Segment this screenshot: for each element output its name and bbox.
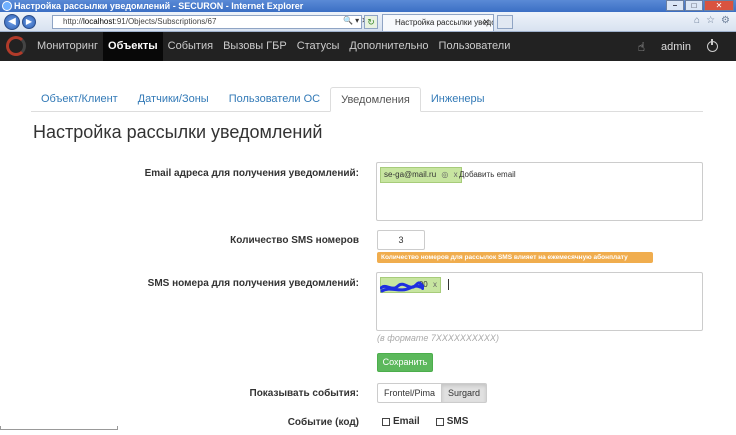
sms-count-input[interactable]: 3 xyxy=(377,230,425,250)
address-prefix: http:// xyxy=(63,17,84,26)
browser-tab-title: Настройка рассылки уведо... xyxy=(395,18,494,27)
text-caret xyxy=(448,279,449,290)
window-title: Настройка рассылки уведомлений - SECURON… xyxy=(14,1,304,11)
event-channel-headers: Email SMS xyxy=(382,416,468,427)
pointer-hand-icon[interactable]: ☝ xyxy=(638,40,645,54)
email-tag-value: se-ga@mail.ru xyxy=(384,170,437,179)
nav-item-additional[interactable]: Дополнительно xyxy=(344,32,433,61)
redaction-scribble xyxy=(380,281,424,293)
logout-icon[interactable] xyxy=(707,39,718,52)
email-channel-check[interactable]: Email xyxy=(382,416,420,427)
app-navbar: Мониторинг Объекты События Вызовы ГБР Ст… xyxy=(0,32,736,61)
address-host: localhost xyxy=(83,17,115,26)
tab-notifications[interactable]: Уведомления xyxy=(330,87,421,112)
sms-count-label: Количество SMS номеров xyxy=(230,235,359,246)
sms-tags-input[interactable]: 00 x xyxy=(376,272,703,331)
email-channel-label: Email xyxy=(393,416,420,427)
show-events-option-surgard[interactable]: Surgard xyxy=(442,383,488,403)
browser-tab[interactable]: Настройка рассылки уведо... ✕ xyxy=(382,14,494,31)
user-name[interactable]: admin xyxy=(661,41,691,53)
home-icon[interactable]: ⌂ xyxy=(694,15,700,26)
event-code-label: Событие (код) xyxy=(287,417,359,428)
sms-label: SMS номера для получения уведомлений: xyxy=(147,278,359,289)
sms-checkbox[interactable] xyxy=(435,417,444,426)
email-tag-remove-icon[interactable]: x xyxy=(454,170,458,179)
nav-item-gbr-calls[interactable]: Вызовы ГБР xyxy=(218,32,292,61)
email-tag[interactable]: se-ga@mail.ru ◎ x xyxy=(380,167,462,183)
sms-tag-remove-icon[interactable]: x xyxy=(433,280,437,289)
window-close-button[interactable]: ✕ xyxy=(704,0,734,11)
save-button[interactable]: Сохранить xyxy=(377,353,433,372)
refresh-icon[interactable]: ↻ xyxy=(364,15,378,29)
nav-item-objects[interactable]: Объекты xyxy=(103,32,163,61)
sms-format-hint: (в формате 7XXXXXXXXXX) xyxy=(377,333,499,343)
sms-channel-check[interactable]: SMS xyxy=(435,416,469,427)
email-label: Email адреса для получения уведомлений: xyxy=(144,168,359,179)
email-add-placeholder[interactable]: Добавить email xyxy=(459,170,516,179)
sms-channel-label: SMS xyxy=(446,416,469,427)
tab-os-users[interactable]: Пользователи ОС xyxy=(219,87,330,112)
tab-close-icon[interactable]: ✕ xyxy=(482,15,490,30)
email-tags-input[interactable]: se-ga@mail.ru ◎ x Добавить email xyxy=(376,162,703,221)
window-titlebar: Настройка рассылки уведомлений - SECURON… xyxy=(0,0,736,12)
tools-gear-icon[interactable]: ⚙ xyxy=(721,15,730,26)
tab-object-client[interactable]: Объект/Клиент xyxy=(31,87,128,112)
main-menu: Мониторинг Объекты События Вызовы ГБР Ст… xyxy=(32,32,515,61)
navbar-right: ☝ admin xyxy=(638,32,718,61)
favorites-icon[interactable]: ☆ xyxy=(706,15,715,26)
email-checkbox[interactable] xyxy=(382,417,390,426)
nav-item-monitoring[interactable]: Мониторинг xyxy=(32,32,103,61)
address-path: :91/Objects/Subscriptions/67 xyxy=(114,17,217,26)
address-bar[interactable]: http://localhost:91/Objects/Subscription… xyxy=(52,15,362,29)
maximize-button[interactable]: □ xyxy=(685,0,703,11)
show-events-option-frontel[interactable]: Frontel/Pima xyxy=(377,383,443,403)
window-controls: – □ ✕ xyxy=(666,0,734,12)
tab-engineers[interactable]: Инженеры xyxy=(421,87,495,112)
securon-logo-icon[interactable] xyxy=(6,36,26,56)
forward-button[interactable]: ▶ xyxy=(22,15,36,29)
nav-item-events[interactable]: События xyxy=(163,32,218,61)
minimize-button[interactable]: – xyxy=(666,0,684,11)
page-title: Настройка рассылки уведомлений xyxy=(33,122,323,142)
browser-right-icons: ⌂ ☆ ⚙ xyxy=(694,15,730,26)
show-events-label: Показывать события: xyxy=(249,388,360,399)
nav-item-statuses[interactable]: Статусы xyxy=(292,32,345,61)
back-button[interactable]: ◀ xyxy=(4,14,20,30)
object-tabs: Объект/Клиент Датчики/Зоны Пользователи … xyxy=(31,87,703,112)
tab-sensors-zones[interactable]: Датчики/Зоны xyxy=(128,87,219,112)
ie-logo-icon xyxy=(2,1,12,11)
email-tag-mark-icon: ◎ xyxy=(441,170,449,179)
new-tab-button[interactable] xyxy=(497,15,513,29)
nav-item-users[interactable]: Пользователи xyxy=(434,32,516,61)
browser-toolbar: ◀ ▶ http://localhost:91/Objects/Subscrip… xyxy=(0,12,736,32)
show-events-toggle: Frontel/Pima Surgard xyxy=(377,383,488,403)
sms-count-hint-badge: Количество номеров для рассылок SMS влия… xyxy=(377,252,653,263)
horizontal-scrollbar[interactable] xyxy=(0,426,118,430)
